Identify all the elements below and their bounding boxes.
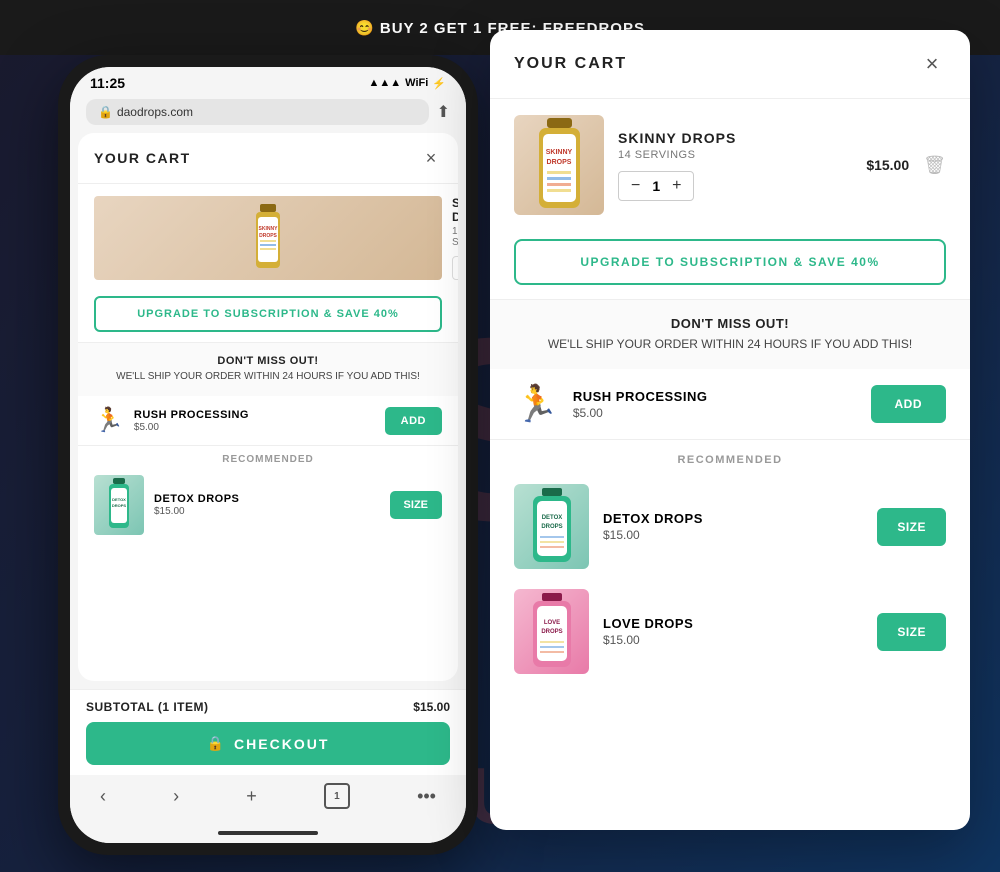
desktop-recommended-label: RECOMMENDED	[490, 440, 970, 474]
phone-rush-item: 🏃 RUSH PROCESSING $5.00 ADD	[78, 396, 458, 446]
desktop-detox-size-button[interactable]: SIZE	[877, 508, 946, 546]
phone-screen: 11:25 ▲▲▲ WiFi ⚡ 🔒 daodrops.com ⬆ YOUR C…	[70, 67, 466, 843]
phone-detox-image: DETOX DROPS	[94, 475, 144, 535]
desktop-qty-increase[interactable]: +	[672, 177, 681, 195]
desktop-dont-miss-section: DON'T MISS OUT! WE'LL SHIP YOUR ORDER WI…	[490, 299, 970, 369]
status-icons: ▲▲▲ WiFi ⚡	[369, 77, 447, 90]
phone-dont-miss-title: DON'T MISS OUT!	[94, 355, 442, 367]
desktop-rush-name: RUSH PROCESSING	[573, 389, 857, 404]
tab-count[interactable]: 1	[324, 783, 350, 809]
phone-nav-bar: ‹ › + 1 •••	[70, 775, 466, 823]
desktop-love-size-button[interactable]: SIZE	[877, 613, 946, 651]
phone-dont-miss-section: DON'T MISS OUT! WE'LL SHIP YOUR ORDER WI…	[78, 342, 458, 396]
desktop-close-button[interactable]: ×	[918, 50, 946, 78]
phone-product-name: SKINNY DROPS	[452, 196, 458, 224]
desktop-rush-price: $5.00	[573, 406, 857, 420]
desktop-product-name: SKINNY DROPS	[618, 130, 852, 146]
phone-qty-controls: − 1 +	[452, 256, 458, 280]
phone-rush-name: RUSH PROCESSING	[134, 409, 375, 421]
phone-cart-modal: YOUR CART × SKINNY DROPS	[78, 133, 458, 681]
desktop-rush-info: RUSH PROCESSING $5.00	[573, 389, 857, 420]
new-tab-icon[interactable]: +	[246, 786, 257, 807]
desktop-add-button[interactable]: ADD	[871, 385, 947, 423]
svg-text:SKINNY: SKINNY	[259, 226, 279, 232]
desktop-rush-item: 🏃 RUSH PROCESSING $5.00 ADD	[490, 369, 970, 440]
rush-processing-icon: 🏃	[94, 406, 124, 435]
svg-text:DROPS: DROPS	[112, 503, 127, 508]
phone-subtotal-label: SUBTOTAL (1 ITEM)	[86, 700, 209, 714]
svg-text:SKINNY: SKINNY	[545, 149, 572, 156]
svg-text:DROPS: DROPS	[259, 233, 277, 239]
svg-text:DETOX: DETOX	[541, 515, 562, 521]
phone-product-info: SKINNY DROPS 14 SERVINGS − 1 +	[452, 196, 458, 280]
phone-detox-name: DETOX DROPS	[154, 493, 380, 505]
svg-text:DROPS: DROPS	[541, 629, 562, 635]
phone-upgrade-button[interactable]: UPGRADE TO SUBSCRIPTION & SAVE 40%	[94, 296, 442, 332]
phone-rush-info: RUSH PROCESSING $5.00	[134, 409, 375, 433]
phone-home-indicator	[70, 823, 466, 843]
desktop-detox-name: DETOX DROPS	[603, 511, 863, 526]
phone-recommended-label: RECOMMENDED	[78, 446, 458, 469]
desktop-product-servings: 14 SERVINGS	[618, 149, 852, 161]
desktop-love-info: LOVE DROPS $15.00	[603, 616, 863, 647]
home-bar	[218, 831, 318, 835]
desktop-love-name: LOVE DROPS	[603, 616, 863, 631]
phone-product-servings: 14 SERVINGS	[452, 226, 458, 248]
desktop-love-price: $15.00	[603, 633, 863, 647]
desktop-upgrade-button[interactable]: UPGRADE TO SUBSCRIPTION & SAVE 40%	[514, 239, 946, 285]
phone-product-image: SKINNY DROPS	[94, 196, 442, 280]
phone-browser-bar: 🔒 daodrops.com ⬆	[70, 95, 466, 133]
desktop-cart-panel: YOUR CART × SKINNY DROPS SKINNY DROPS 14…	[490, 30, 970, 830]
desktop-dont-miss-title: DON'T MISS OUT!	[514, 316, 946, 331]
desktop-qty-decrease[interactable]: −	[631, 177, 640, 195]
desktop-product-image: SKINNY DROPS	[514, 115, 604, 215]
phone-frame: 11:25 ▲▲▲ WiFi ⚡ 🔒 daodrops.com ⬆ YOUR C…	[58, 55, 478, 855]
desktop-cart-item: SKINNY DROPS SKINNY DROPS 14 SERVINGS − …	[490, 99, 970, 231]
phone-subtotal-price: $15.00	[413, 700, 450, 714]
phone-time: 11:25	[90, 75, 125, 91]
desktop-love-image: LOVE DROPS	[514, 589, 589, 674]
phone-status-bar: 11:25 ▲▲▲ WiFi ⚡	[70, 67, 466, 95]
desktop-cart-header: YOUR CART ×	[490, 30, 970, 99]
phone-cart-header: YOUR CART ×	[78, 133, 458, 184]
phone-bottom-bar: SUBTOTAL (1 ITEM) $15.00 🔒 CHECKOUT	[70, 689, 466, 775]
phone-detox-info: DETOX DROPS $15.00	[154, 493, 380, 517]
phone-detox-price: $15.00	[154, 506, 380, 517]
svg-text:DROPS: DROPS	[546, 159, 571, 166]
phone-detox-item: DETOX DROPS DETOX DROPS $15.00 SIZE	[78, 469, 458, 541]
desktop-qty-controls: − 1 +	[618, 171, 694, 201]
phone-subtotal-row: SUBTOTAL (1 ITEM) $15.00	[86, 700, 450, 714]
back-icon[interactable]: ‹	[100, 786, 106, 807]
desktop-product-price: $15.00	[866, 157, 909, 173]
phone-dont-miss-subtitle: WE'LL SHIP YOUR ORDER WITHIN 24 HOURS IF…	[94, 370, 442, 384]
desktop-love-item: LOVE DROPS LOVE DROPS $15.00 SIZE	[490, 579, 970, 684]
phone-detox-size-button[interactable]: SIZE	[390, 491, 442, 519]
phone-add-button[interactable]: ADD	[385, 407, 442, 435]
desktop-rush-icon: 🏃	[514, 383, 559, 425]
more-icon[interactable]: •••	[417, 786, 436, 807]
phone-cart-item: SKINNY DROPS SKINNY DROPS 14 SERVINGS − …	[78, 184, 458, 292]
phone-checkout-button[interactable]: 🔒 CHECKOUT	[86, 722, 450, 765]
desktop-detox-image: DETOX DROPS	[514, 484, 589, 569]
desktop-detox-info: DETOX DROPS $15.00	[603, 511, 863, 542]
svg-text:DROPS: DROPS	[541, 524, 562, 530]
forward-icon[interactable]: ›	[173, 786, 179, 807]
svg-text:DETOX: DETOX	[112, 497, 126, 502]
desktop-qty-number: 1	[652, 178, 660, 194]
url-bar[interactable]: 🔒 daodrops.com	[86, 99, 429, 125]
desktop-product-info: SKINNY DROPS 14 SERVINGS − 1 +	[618, 130, 852, 201]
phone-close-button[interactable]: ×	[420, 147, 442, 169]
phone-rush-price: $5.00	[134, 422, 375, 433]
desktop-detox-item: DETOX DROPS DETOX DROPS $15.00 SIZE	[490, 474, 970, 579]
desktop-cart-title: YOUR CART	[514, 55, 627, 73]
lock-icon: 🔒	[207, 735, 226, 752]
desktop-delete-button[interactable]: 🗑	[923, 155, 946, 176]
desktop-detox-price: $15.00	[603, 528, 863, 542]
desktop-dont-miss-subtitle: WE'LL SHIP YOUR ORDER WITHIN 24 HOURS IF…	[514, 335, 946, 353]
svg-text:LOVE: LOVE	[543, 620, 559, 626]
share-icon[interactable]: ⬆	[437, 102, 450, 122]
phone-cart-title: YOUR CART	[94, 150, 191, 166]
